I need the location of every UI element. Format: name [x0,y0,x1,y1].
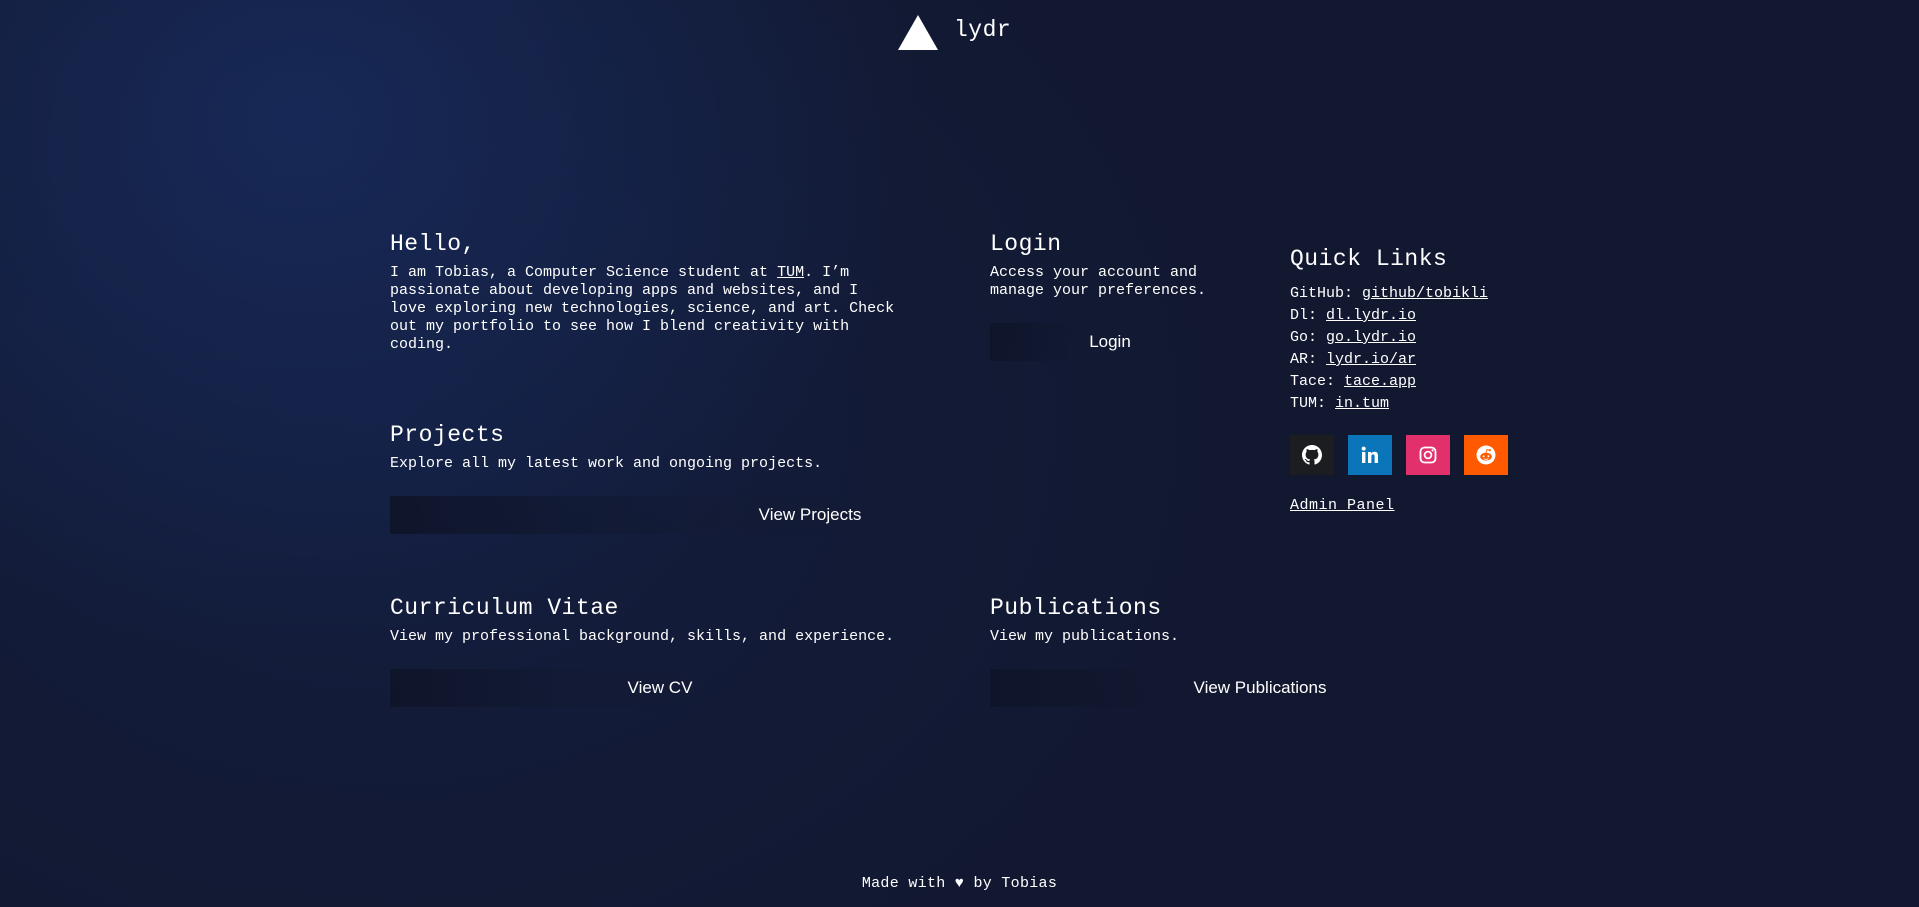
view-cv-button[interactable]: View CV [390,669,930,707]
footer: Made with ♥ by Tobias [861,875,1058,892]
cv-title: Curriculum Vitae [390,595,619,621]
brand-name[interactable]: lydr [954,17,1011,43]
reddit-button[interactable] [1464,435,1508,475]
login-section: Login Access your account and manage you… [990,230,1260,300]
linkedin-button[interactable] [1348,435,1392,475]
login-title: Login [990,231,1062,257]
site-header: lydr [898,14,1011,50]
quick-link-label: GitHub: [1290,285,1354,302]
quick-link-label: TUM: [1290,395,1327,412]
ar-link[interactable]: lydr.io/ar [1326,351,1416,368]
quick-links-section: Quick Links GitHub: github/tobikli Dl: d… [1290,245,1570,514]
in-tum-link[interactable]: in.tum [1335,395,1389,412]
tum-link[interactable]: TUM [777,264,804,281]
quick-link-label: Dl: [1290,307,1318,324]
projects-text: Explore all my latest work and ongoing p… [390,455,823,472]
cv-text: View my professional background, skills,… [390,628,895,645]
github-icon [1302,445,1322,465]
quick-links-list: GitHub: github/tobikli Dl: dl.lydr.io Go… [1290,283,1570,415]
quick-link-go: Go: go.lydr.io [1290,327,1570,349]
instagram-button[interactable] [1406,435,1450,475]
quick-link-ar: AR: lydr.io/ar [1290,349,1570,371]
github-link[interactable]: github/tobikli [1362,285,1488,302]
social-links [1290,435,1570,475]
quick-link-tum: TUM: in.tum [1290,393,1570,415]
github-button[interactable] [1290,435,1334,475]
login-text: Access your account and manage your pref… [990,264,1207,299]
view-publications-button[interactable]: View Publications [990,669,1530,707]
go-link[interactable]: go.lydr.io [1326,329,1416,346]
publications-title: Publications [990,595,1162,621]
admin-panel-link[interactable]: Admin Panel [1290,497,1395,514]
view-projects-button[interactable]: View Projects [390,496,1230,534]
quick-link-label: Go: [1290,329,1318,346]
linkedin-icon [1361,446,1378,463]
instagram-icon [1419,446,1437,464]
quick-link-label: AR: [1290,351,1318,368]
tace-link[interactable]: tace.app [1344,373,1416,390]
hello-section: Hello, I am Tobias, a Computer Science s… [390,230,950,354]
quick-links-title: Quick Links [1290,246,1448,272]
dl-link[interactable]: dl.lydr.io [1326,307,1416,324]
triangle-logo-icon[interactable] [898,14,938,50]
hello-text: I am Tobias, a Computer Science student … [390,264,950,354]
reddit-icon [1476,445,1496,465]
quick-link-label: Tace: [1290,373,1336,390]
hello-text-before: I am Tobias, a Computer Science student … [390,264,778,281]
login-button[interactable]: Login [990,323,1230,361]
quick-link-tace: Tace: tace.app [1290,371,1570,393]
publications-text: View my publications. [990,628,1180,645]
projects-title: Projects [390,422,505,448]
projects-section: Projects Explore all my latest work and … [390,421,990,473]
quick-link-dl: Dl: dl.lydr.io [1290,305,1570,327]
hello-title: Hello, [390,231,476,257]
cv-section: Curriculum Vitae View my professional ba… [390,594,990,646]
publications-section: Publications View my publications. [990,594,1390,646]
quick-link-github: GitHub: github/tobikli [1290,283,1570,305]
